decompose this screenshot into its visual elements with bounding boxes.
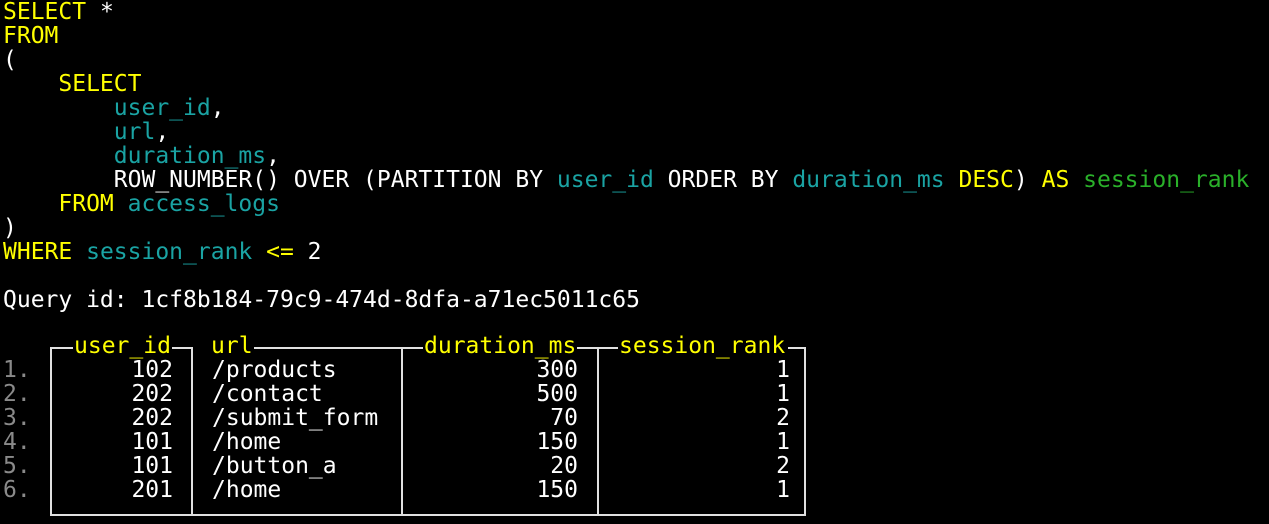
table-border [254,347,424,349]
table-cell-url: /home [212,429,282,455]
table-cell-duration-ms: 150 [536,429,578,455]
sql-line-9: FROM access_logs [3,192,1269,216]
comma: , [155,119,170,145]
query-id: Query id: 1cf8b184-79c9-474d-8dfa-a71ec5… [3,287,640,313]
order-by: ORDER BY [653,167,793,193]
paren: ) [1013,167,1042,193]
result-table: user_id url duration_ms session_rank 102… [50,334,806,516]
table-cell-duration-ms: 20 [550,453,578,479]
table-cell-session-rank: 2 [776,405,790,431]
identifier: user_id [556,167,654,193]
sql-line-3: ( [3,48,1269,72]
table-cell-session-rank: 1 [776,429,790,455]
table-cell-url: /products [212,357,337,383]
sql-line-5: user_id, [3,96,1269,120]
sql-line-4: SELECT [3,72,1269,96]
table-cell-session-rank: 1 [776,357,790,383]
keyword: FROM [58,191,114,217]
paren: ( [3,47,17,73]
table-cell-url: /home [212,477,282,503]
sql-line-7: duration_ms, [3,144,1269,168]
keyword: DESC [944,167,1014,193]
row-number: 5. [3,453,31,479]
table-border [172,347,192,349]
column-header-user-id: user_id [73,333,172,359]
literal: 2 [293,239,322,265]
keyword: SELECT [3,0,87,25]
table-cell-url: /contact [212,381,323,407]
column-header-url: url [210,333,254,359]
row-number: 3. [3,405,31,431]
column-header-duration-ms: duration_ms [423,333,578,359]
table-border [788,347,806,349]
table-cell-url: /button_a [212,453,337,479]
star: * [86,0,114,25]
table-cell-duration-ms: 70 [550,405,578,431]
identifier: duration_ms [792,167,945,193]
table-cell-duration-ms: 150 [536,477,578,503]
comma: , [266,143,280,169]
function-call: ROW_NUMBER() OVER (PARTITION BY [113,167,557,193]
identifier: session_rank [72,239,253,265]
sql-line-1: SELECT * [3,0,1269,24]
table-cell-user-id: 202 [131,381,173,407]
identifier: duration_ms [113,143,267,169]
table-cell-user-id: 101 [131,429,173,455]
column-separator [401,347,403,514]
operator: <= [252,239,294,265]
terminal-output: SELECT * FROM ( SELECT user_id, url, dur… [3,0,1269,312]
table-cell-user-id: 202 [131,405,173,431]
table-cell-duration-ms: 500 [536,381,578,407]
table-cell-session-rank: 1 [776,381,790,407]
alias: session_rank [1069,167,1250,193]
sql-line-2: FROM [3,24,1269,48]
keyword: SELECT [58,71,142,97]
table-cell-duration-ms: 300 [536,357,578,383]
row-number: 2. [3,381,31,407]
table-cell-user-id: 201 [131,477,173,503]
table-cell-user-id: 102 [131,357,173,383]
keyword: WHERE [3,239,73,265]
table-cell-session-rank: 1 [776,477,790,503]
comma: , [210,95,225,121]
row-number: 6. [3,477,31,503]
row-number: 4. [3,429,31,455]
sql-line-6: url, [3,120,1269,144]
column-separator [191,347,193,514]
table-cell-url: /submit_form [212,405,379,431]
table-cell-user-id: 101 [131,453,173,479]
column-separator [597,347,599,514]
sql-line-8: ROW_NUMBER() OVER (PARTITION BY user_id … [3,168,1269,192]
identifier: user_id [113,95,211,121]
row-number: 1. [3,357,31,383]
sql-line-10: ) [3,216,1269,240]
identifier: url [113,119,156,145]
column-header-session-rank: session_rank [618,333,787,359]
keyword: AS [1041,167,1070,193]
keyword: FROM [3,23,59,49]
table-cell-session-rank: 2 [776,453,790,479]
paren: ) [3,215,17,241]
sql-line-11: WHERE session_rank <= 2 [3,240,1269,264]
identifier: access_logs [113,191,280,217]
